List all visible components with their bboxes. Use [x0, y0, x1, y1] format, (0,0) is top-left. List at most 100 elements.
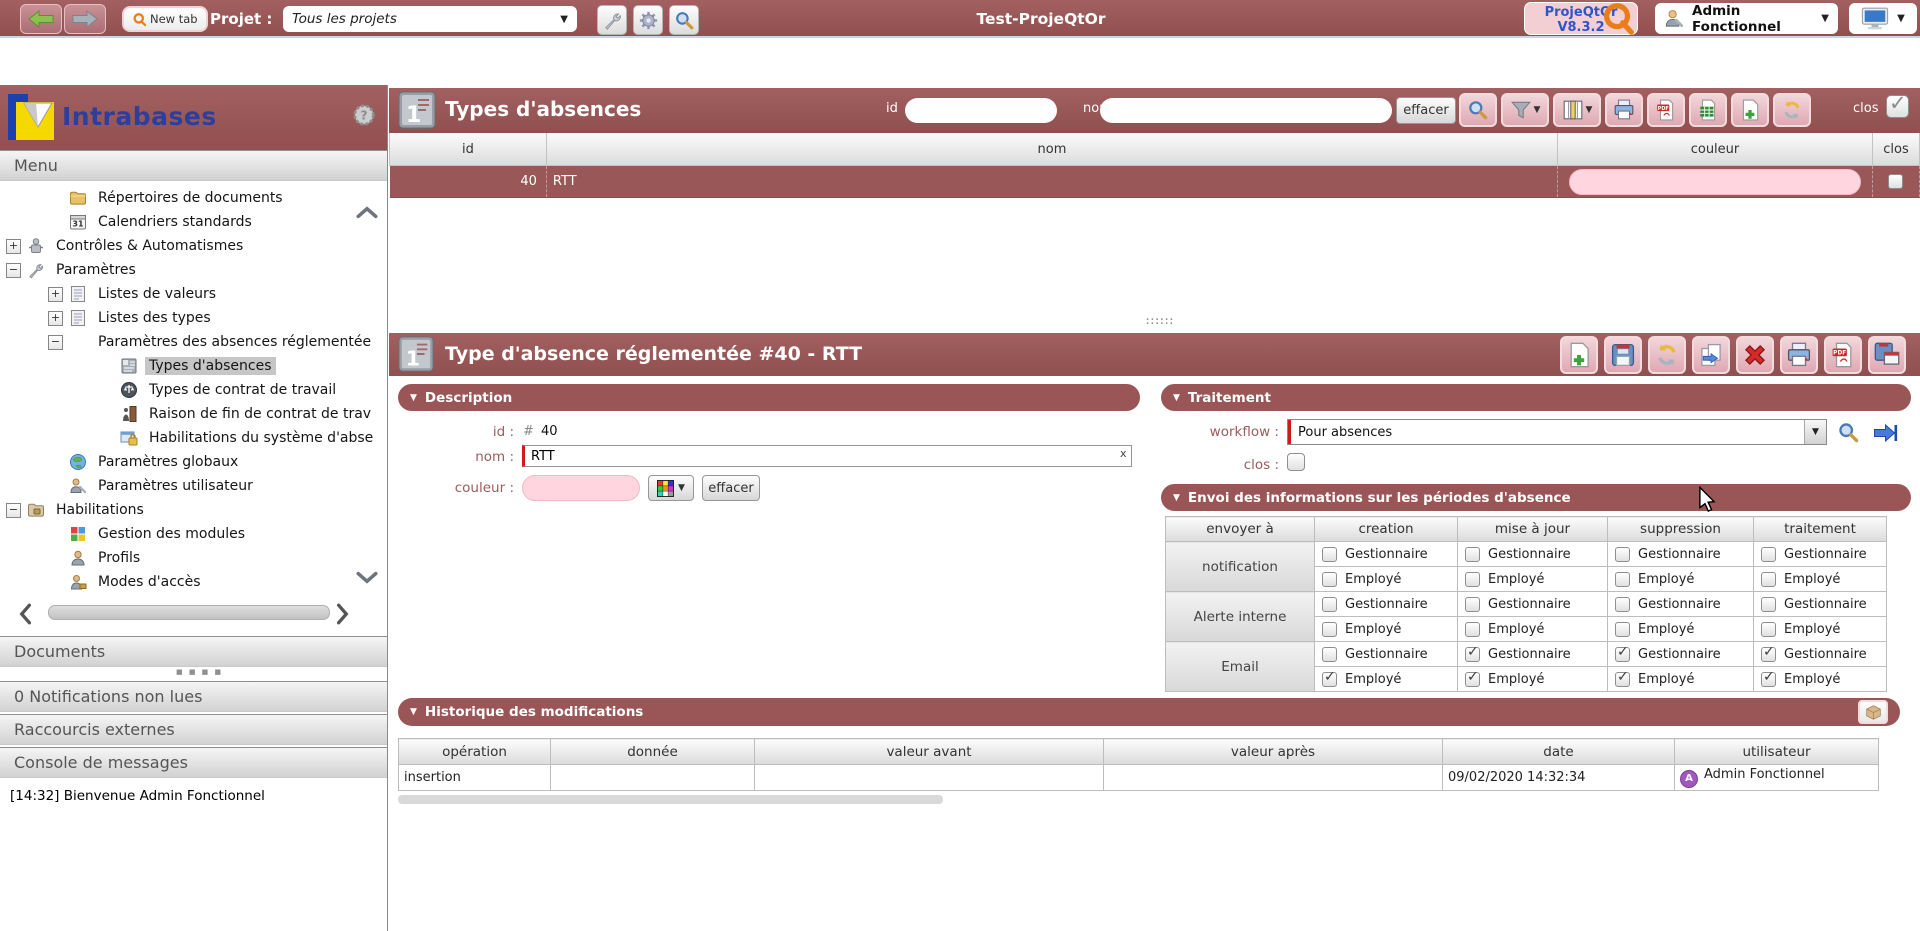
- envoi-checkbox[interactable]: [1615, 547, 1630, 562]
- tree-item[interactable]: Types d'absences: [0, 354, 382, 378]
- envoi-checkbox[interactable]: [1465, 622, 1480, 637]
- tree-expander-icon[interactable]: +: [48, 311, 63, 326]
- tree-item[interactable]: −Paramètres: [0, 258, 382, 282]
- envoi-checkbox[interactable]: [1615, 622, 1630, 637]
- console-panel-header[interactable]: Console de messages: [0, 747, 387, 778]
- row-clos-checkbox[interactable]: [1888, 174, 1903, 189]
- print-button[interactable]: [1605, 93, 1643, 127]
- col-header-clos[interactable]: clos: [1872, 133, 1919, 166]
- col-header-couleur[interactable]: couleur: [1558, 133, 1873, 166]
- envoi-checkbox[interactable]: [1615, 597, 1630, 612]
- hist-col-donnee[interactable]: donnée: [551, 739, 755, 765]
- envoi-checkbox[interactable]: [1761, 547, 1776, 562]
- tree-item[interactable]: Paramètres globaux: [0, 450, 382, 474]
- envoi-checkbox[interactable]: [1465, 672, 1480, 687]
- envoi-checkbox[interactable]: [1761, 622, 1776, 637]
- clos-checkbox[interactable]: [1287, 453, 1305, 471]
- envoi-checkbox[interactable]: [1761, 572, 1776, 587]
- pdf-button[interactable]: PDF: [1824, 336, 1862, 374]
- notifications-panel-header[interactable]: 0 Notifications non lues: [0, 681, 387, 712]
- archive-button[interactable]: [1858, 700, 1888, 724]
- menu-header[interactable]: Menu: [0, 150, 387, 181]
- envoi-checkbox[interactable]: [1761, 597, 1776, 612]
- forward-button[interactable]: [64, 4, 106, 34]
- envoi-checkbox[interactable]: [1322, 597, 1337, 612]
- nom-filter-input[interactable]: [1100, 98, 1392, 123]
- edit-project-button[interactable]: [597, 5, 627, 35]
- print-button[interactable]: [1780, 336, 1818, 374]
- envoi-checkbox[interactable]: [1465, 647, 1480, 662]
- envoi-checkbox[interactable]: [1322, 547, 1337, 562]
- envoi-checkbox[interactable]: [1322, 622, 1337, 637]
- hist-col-operation[interactable]: opération: [399, 739, 551, 765]
- add-button[interactable]: [1731, 93, 1769, 127]
- clear-filter-button[interactable]: effacer: [1396, 97, 1456, 124]
- section-envoi[interactable]: ▼ Envoi des informations sur les période…: [1161, 484, 1911, 511]
- search-button[interactable]: [1459, 93, 1497, 127]
- tree-expander-icon[interactable]: +: [48, 287, 63, 302]
- tree-item[interactable]: Raison de fin de contrat de trav: [0, 402, 382, 426]
- envoi-checkbox[interactable]: [1465, 597, 1480, 612]
- envoi-checkbox[interactable]: [1465, 547, 1480, 562]
- refresh-button[interactable]: [1648, 336, 1686, 374]
- save-close-button[interactable]: [1868, 336, 1906, 374]
- envoi-checkbox[interactable]: [1322, 572, 1337, 587]
- envoi-checkbox[interactable]: [1322, 672, 1337, 687]
- tree-item[interactable]: +Listes des types: [0, 306, 382, 330]
- envoi-checkbox[interactable]: [1615, 647, 1630, 662]
- workflow-goto-icon[interactable]: [1873, 422, 1898, 444]
- panel-resize-handle[interactable]: ∙∙∙∙∙∙∙∙∙∙∙∙: [1132, 318, 1188, 326]
- new-tab-button[interactable]: New tab: [122, 6, 208, 32]
- table-row[interactable]: 40 RTT: [390, 166, 1920, 198]
- tree-item[interactable]: Gestion des modules: [0, 522, 382, 546]
- tree-item[interactable]: +Listes de valeurs: [0, 282, 382, 306]
- project-settings-button[interactable]: [633, 5, 663, 35]
- hist-col-utilisateur[interactable]: utilisateur: [1675, 739, 1879, 765]
- columns-button[interactable]: ▼: [1553, 93, 1601, 127]
- historique-hscrollbar-thumb[interactable]: [398, 795, 943, 804]
- hist-col-avant[interactable]: valeur avant: [755, 739, 1104, 765]
- copy-button[interactable]: [1692, 336, 1730, 374]
- excel-button[interactable]: [1689, 93, 1727, 127]
- workflow-select[interactable]: Pour absences ▼: [1287, 419, 1827, 445]
- tree-scroll-down-icon[interactable]: [356, 571, 378, 585]
- tree-scroll-left-icon[interactable]: [18, 603, 32, 623]
- clear-color-button[interactable]: effacer: [702, 475, 760, 501]
- display-mode-button[interactable]: ▼: [1849, 3, 1917, 34]
- envoi-checkbox[interactable]: [1615, 572, 1630, 587]
- tree-item[interactable]: −Paramètres des absences réglementée: [0, 330, 382, 354]
- tree-item[interactable]: Habilitations du système d'abse: [0, 426, 382, 450]
- shortcuts-panel-header[interactable]: Raccourcis externes: [0, 714, 387, 745]
- section-historique[interactable]: ▼ Historique des modifications: [398, 698, 1900, 726]
- user-menu-button[interactable]: Admin Fonctionnel ▼: [1655, 3, 1838, 34]
- panel-splitter-handle[interactable]: ■ ■ ■ ■: [176, 670, 223, 674]
- color-picker-button[interactable]: ▼: [648, 475, 694, 501]
- search-project-button[interactable]: [669, 5, 699, 35]
- envoi-checkbox[interactable]: [1322, 647, 1337, 662]
- envoi-checkbox[interactable]: [1761, 647, 1776, 662]
- refresh-button[interactable]: [1773, 93, 1811, 127]
- envoi-checkbox[interactable]: [1465, 572, 1480, 587]
- add-button[interactable]: [1560, 336, 1598, 374]
- help-icon[interactable]: ?: [352, 103, 376, 127]
- tree-item[interactable]: Répertoires de documents: [0, 186, 382, 210]
- workflow-search-icon[interactable]: [1837, 421, 1860, 444]
- section-description[interactable]: ▼ Description: [398, 384, 1140, 411]
- tree-item[interactable]: 31Calendriers standards: [0, 210, 382, 234]
- envoi-checkbox[interactable]: [1761, 672, 1776, 687]
- pdf-button[interactable]: PDF: [1647, 93, 1685, 127]
- hist-col-date[interactable]: date: [1443, 739, 1675, 765]
- tree-item[interactable]: −Habilitations: [0, 498, 382, 522]
- id-filter-input[interactable]: [905, 98, 1057, 123]
- tree-hscrollbar-thumb[interactable]: [48, 605, 330, 620]
- tree-expander-icon[interactable]: +: [6, 239, 21, 254]
- section-traitement[interactable]: ▼ Traitement: [1161, 384, 1911, 411]
- filter-button[interactable]: ▼: [1501, 93, 1549, 127]
- tree-item[interactable]: Types de contrat de travail: [0, 378, 382, 402]
- clos-filter-checkbox[interactable]: [1886, 95, 1909, 118]
- hist-col-apres[interactable]: valeur après: [1104, 739, 1443, 765]
- col-header-nom[interactable]: nom: [546, 133, 1557, 166]
- tree-item[interactable]: Paramètres utilisateur: [0, 474, 382, 498]
- tree-expander-icon[interactable]: −: [48, 335, 63, 350]
- tree-item[interactable]: +Contrôles & Automatismes: [0, 234, 382, 258]
